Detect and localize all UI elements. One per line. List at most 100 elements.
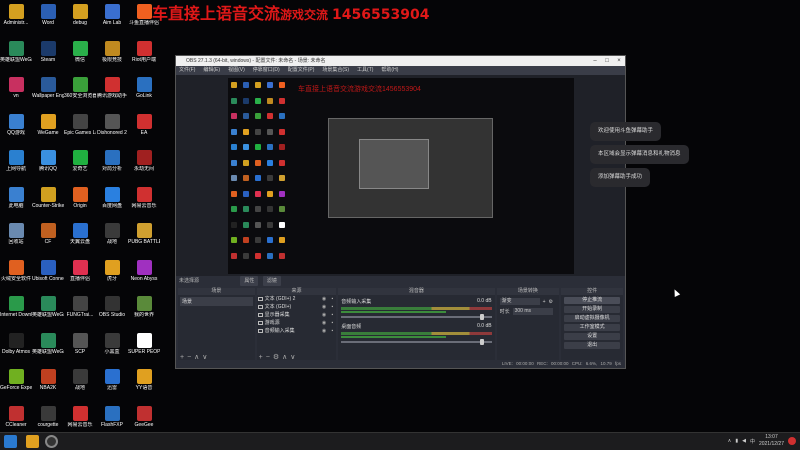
- desktop-icon[interactable]: 火绒安全软件: [0, 258, 32, 294]
- start-menu-icon[interactable]: [4, 435, 17, 448]
- mixer-channel[interactable]: 音频输入采集 0.0 dB: [341, 298, 492, 320]
- desktop-icon[interactable]: 战地: [64, 367, 96, 403]
- desktop-icon[interactable]: OBS Studio: [96, 294, 128, 330]
- menu-item[interactable]: 视图(V): [228, 66, 245, 75]
- desktop-icon[interactable]: Dolby Atmos: [0, 331, 32, 367]
- desktop-icon[interactable]: 回收站: [0, 221, 32, 257]
- menu-item[interactable]: 场景集合(S): [322, 66, 349, 75]
- desktop-icon[interactable]: 上网导航: [0, 148, 32, 184]
- input-lang[interactable]: 中: [750, 438, 755, 445]
- desktop-icon[interactable]: Wallpaper Engine: ...: [32, 75, 64, 111]
- desktop-icon[interactable]: NBA2K: [32, 367, 64, 403]
- taskbar-app-icon[interactable]: [26, 435, 39, 448]
- slider-knob[interactable]: [479, 314, 484, 320]
- desktop-icon[interactable]: 英雄联盟WeGame版: [32, 331, 64, 367]
- visibility-eye-icon[interactable]: ◉: [322, 319, 326, 327]
- obs-titlebar[interactable]: OBS 27.1.3 (64-bit, windows) - 配置文件: 未命名…: [176, 56, 625, 66]
- desktop-icon[interactable]: Neon Abyss: [128, 258, 160, 294]
- duration-input[interactable]: 300 ms: [512, 308, 553, 315]
- network-icon[interactable]: ▮: [735, 438, 738, 444]
- desktop-icon[interactable]: 虎牙: [96, 258, 128, 294]
- desktop-icon[interactable]: 永劫无间: [128, 148, 160, 184]
- menu-item[interactable]: 工具(T): [357, 66, 373, 75]
- desktop-icon[interactable]: 小黑盒: [96, 331, 128, 367]
- desktop-icon[interactable]: 网易云音乐: [128, 185, 160, 221]
- lock-icon[interactable]: ▪: [332, 295, 334, 303]
- desktop-icon[interactable]: QQ游戏: [0, 112, 32, 148]
- desktop-icon[interactable]: Internet Downlo...: [0, 294, 32, 330]
- menu-item[interactable]: 停靠窗口(D): [253, 66, 280, 75]
- desktop-icon[interactable]: Ubisoft Connect: [32, 258, 64, 294]
- desktop-icon[interactable]: 360安全浏览器: [64, 75, 96, 111]
- desktop-icon[interactable]: Epic Games Launcher: [64, 112, 96, 148]
- source-item[interactable]: 游戏源 ◉ ▪: [257, 319, 337, 327]
- desktop-icon[interactable]: SCP: [64, 331, 96, 367]
- properties-button[interactable]: 属性: [240, 276, 259, 286]
- desktop-icon[interactable]: 腾讯QQ: [32, 148, 64, 184]
- desktop-icon[interactable]: vn: [0, 75, 32, 111]
- desktop-icon[interactable]: 此电脑: [0, 185, 32, 221]
- desktop-icon[interactable]: EA: [128, 112, 160, 148]
- menu-item[interactable]: 文件(F): [179, 66, 195, 75]
- desktop-icon[interactable]: SUPER PEOPLE CBT: [128, 331, 160, 367]
- lock-icon[interactable]: ▪: [332, 327, 334, 335]
- clock[interactable]: 13:07 2021/12/27: [759, 434, 784, 448]
- obs-preview[interactable]: 车直接上语音交流游戏交流1456553904: [176, 75, 625, 283]
- desktop-icon[interactable]: 百度网盘: [96, 185, 128, 221]
- desktop-icon[interactable]: CF: [32, 221, 64, 257]
- visibility-eye-icon[interactable]: ◉: [322, 303, 326, 311]
- source-item[interactable]: 文本 (GDI+) 2 ◉ ▪: [257, 295, 337, 303]
- preview-canvas[interactable]: 车直接上语音交流游戏交流1456553904: [228, 78, 574, 274]
- lock-icon[interactable]: ▪: [332, 311, 334, 319]
- desktop-icon[interactable]: 我的世界: [128, 294, 160, 330]
- desktop-icon[interactable]: 对局分析: [96, 148, 128, 184]
- desktop-icon[interactable]: Aim Lab: [96, 2, 128, 38]
- obs-window[interactable]: OBS 27.1.3 (64-bit, windows) - 配置文件: 未命名…: [175, 55, 626, 369]
- start-recording-button[interactable]: 开始录制: [564, 306, 621, 313]
- desktop-icon[interactable]: 英雄联盟WeGame版: [0, 39, 32, 75]
- desktop-icon[interactable]: GoLink: [128, 75, 160, 111]
- virtual-camera-button[interactable]: 启动虚拟摄像机: [564, 315, 621, 322]
- desktop-icon[interactable]: 微信: [64, 39, 96, 75]
- maximize-icon[interactable]: □: [601, 56, 613, 66]
- menu-item[interactable]: 编辑(E): [203, 66, 220, 75]
- settings-button[interactable]: 设置: [564, 333, 621, 340]
- desktop-icon[interactable]: 迅雷: [96, 367, 128, 403]
- mixer-channel[interactable]: 桌面音频 0.0 dB: [341, 323, 492, 345]
- lock-icon[interactable]: ▪: [332, 319, 334, 327]
- desktop-icon[interactable]: Administr...: [0, 2, 32, 38]
- desktop-icon[interactable]: 直播伴侣: [64, 258, 96, 294]
- lock-icon[interactable]: ▪: [332, 303, 334, 311]
- visibility-eye-icon[interactable]: ◉: [322, 311, 326, 319]
- slider-knob[interactable]: [479, 339, 484, 345]
- desktop-icon[interactable]: Origin: [64, 185, 96, 221]
- volume-icon[interactable]: ◀: [742, 438, 746, 444]
- desktop-icon[interactable]: 战地: [96, 221, 128, 257]
- studio-mode-button[interactable]: 工作室模式: [564, 324, 621, 331]
- notification-icon[interactable]: [788, 437, 796, 445]
- add-transition-icon[interactable]: +: [543, 299, 546, 305]
- transition-select[interactable]: 渐变: [499, 298, 540, 305]
- exit-button[interactable]: 退出: [564, 342, 621, 349]
- desktop-icon[interactable]: FUNGTrai...: [64, 294, 96, 330]
- tray-up-icon[interactable]: ∧: [728, 438, 732, 444]
- menu-item[interactable]: 配置文件(P): [288, 66, 315, 75]
- stop-streaming-button[interactable]: 停止推流: [564, 297, 621, 304]
- source-item[interactable]: 显示器采集 ◉ ▪: [257, 311, 337, 319]
- gear-icon[interactable]: ⚙: [549, 299, 553, 305]
- desktop-icon[interactable]: 天翼云盘: [64, 221, 96, 257]
- desktop-icon[interactable]: Riot用户端: [128, 39, 160, 75]
- desktop-icon[interactable]: Steam: [32, 39, 64, 75]
- source-item[interactable]: 音频输入采集 ◉ ▪: [257, 327, 337, 335]
- menu-item[interactable]: 帮助(H): [381, 66, 398, 75]
- desktop-icon[interactable]: Word: [32, 2, 64, 38]
- desktop-icon[interactable]: 爱奇艺: [64, 148, 96, 184]
- desktop-icon[interactable]: Dishonored 2: [96, 112, 128, 148]
- desktop-icon[interactable]: debug: [64, 2, 96, 38]
- filters-button[interactable]: 滤镜: [262, 276, 281, 286]
- scene-item[interactable]: 场景: [180, 297, 253, 306]
- obs-taskbar-icon[interactable]: [45, 435, 58, 448]
- visibility-eye-icon[interactable]: ◉: [322, 295, 326, 303]
- desktop-icon[interactable]: PUBG BATTLEGR...: [128, 221, 160, 257]
- desktop-icon[interactable]: 腾讯游戏助手: [96, 75, 128, 111]
